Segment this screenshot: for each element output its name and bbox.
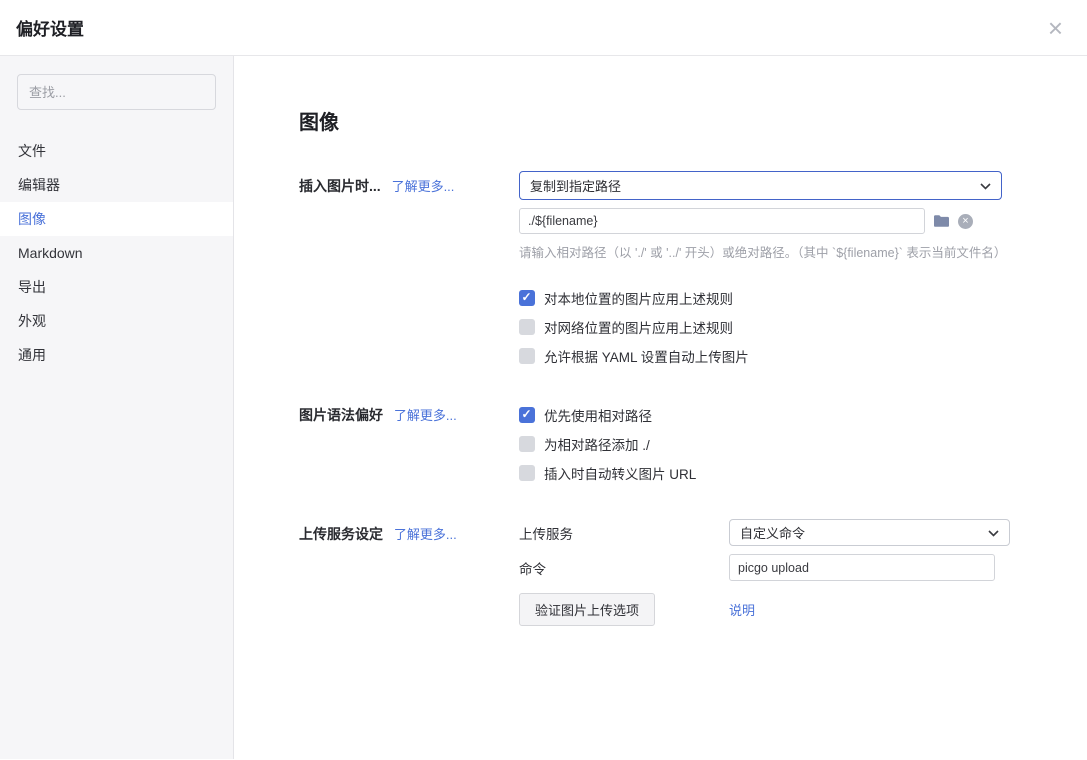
relative-path-checkbox[interactable]	[519, 407, 535, 423]
checkbox-label[interactable]: 对本地位置的图片应用上述规则	[544, 288, 733, 308]
sidebar-item-appearance[interactable]: 外观	[0, 304, 233, 338]
window-title: 偏好设置	[16, 15, 84, 40]
close-icon[interactable]: ×	[1048, 15, 1063, 41]
search-input[interactable]	[17, 74, 216, 110]
checkbox-row-add-dot-slash: 为相对路径添加 ./	[519, 429, 650, 458]
settings-panel-image: 图像 插入图片时... 了解更多... 复制到指定路径	[234, 56, 1087, 759]
upload-doc-link[interactable]: 说明	[729, 600, 755, 619]
upload-learn-more-link[interactable]: 了解更多...	[394, 527, 457, 542]
sidebar-item-file[interactable]: 文件	[0, 134, 233, 168]
sidebar-item-general[interactable]: 通用	[0, 338, 233, 372]
sidebar-nav: 文件 编辑器 图像 Markdown 导出 外观 通用	[0, 134, 233, 372]
checkbox-label[interactable]: 对网络位置的图片应用上述规则	[544, 317, 733, 337]
upload-service-select[interactable]: 自定义命令	[729, 519, 1010, 546]
checkbox-label[interactable]: 优先使用相对路径	[544, 405, 652, 425]
chevron-down-icon	[980, 178, 991, 193]
validate-upload-button[interactable]: 验证图片上传选项	[519, 593, 655, 626]
command-label: 命令	[519, 558, 729, 578]
syntax-learn-more-link[interactable]: 了解更多...	[394, 408, 457, 423]
syntax-section-title: 图片语法偏好	[299, 407, 383, 423]
checkbox-row-yaml-upload: 允许根据 YAML 设置自动上传图片	[519, 341, 1087, 370]
online-images-checkbox[interactable]	[519, 319, 535, 335]
insert-action-select[interactable]: 复制到指定路径	[519, 171, 1002, 200]
checkbox-label[interactable]: 为相对路径添加 ./	[544, 434, 650, 454]
upload-section-title: 上传服务设定	[299, 526, 383, 542]
path-hint-text: 请输入相对路径（以 './' 或 '../' 开头）或绝对路径。（其中 `${f…	[519, 242, 1087, 261]
add-dot-slash-checkbox[interactable]	[519, 436, 535, 452]
titlebar: 偏好设置 ×	[0, 0, 1087, 56]
local-images-checkbox[interactable]	[519, 290, 535, 306]
page-title: 图像	[299, 106, 1087, 135]
sidebar: 文件 编辑器 图像 Markdown 导出 外观 通用	[0, 56, 234, 759]
copy-path-input[interactable]	[519, 208, 925, 234]
checkbox-label[interactable]: 允许根据 YAML 设置自动上传图片	[544, 346, 749, 366]
upload-service-label: 上传服务	[519, 523, 729, 543]
insert-learn-more-link[interactable]: 了解更多...	[392, 179, 455, 194]
clear-path-icon[interactable]: ×	[958, 214, 973, 229]
yaml-upload-checkbox[interactable]	[519, 348, 535, 364]
sidebar-item-export[interactable]: 导出	[0, 270, 233, 304]
checkbox-row-escape-url: 插入时自动转义图片 URL	[519, 458, 696, 487]
chevron-down-icon	[988, 525, 999, 540]
sidebar-item-editor[interactable]: 编辑器	[0, 168, 233, 202]
checkbox-label[interactable]: 插入时自动转义图片 URL	[544, 463, 696, 483]
checkbox-row-local-images: 对本地位置的图片应用上述规则	[519, 283, 1087, 312]
sidebar-item-image[interactable]: 图像	[0, 202, 233, 236]
upload-service-select-value: 自定义命令	[740, 523, 805, 542]
checkbox-row-relative-path: 优先使用相对路径	[519, 400, 652, 429]
insert-action-select-value: 复制到指定路径	[530, 176, 621, 195]
checkbox-row-online-images: 对网络位置的图片应用上述规则	[519, 312, 1087, 341]
escape-url-checkbox[interactable]	[519, 465, 535, 481]
folder-icon[interactable]	[933, 214, 950, 228]
insert-section-title: 插入图片时...	[299, 178, 381, 194]
command-input[interactable]	[729, 554, 995, 581]
sidebar-item-markdown[interactable]: Markdown	[0, 236, 233, 270]
